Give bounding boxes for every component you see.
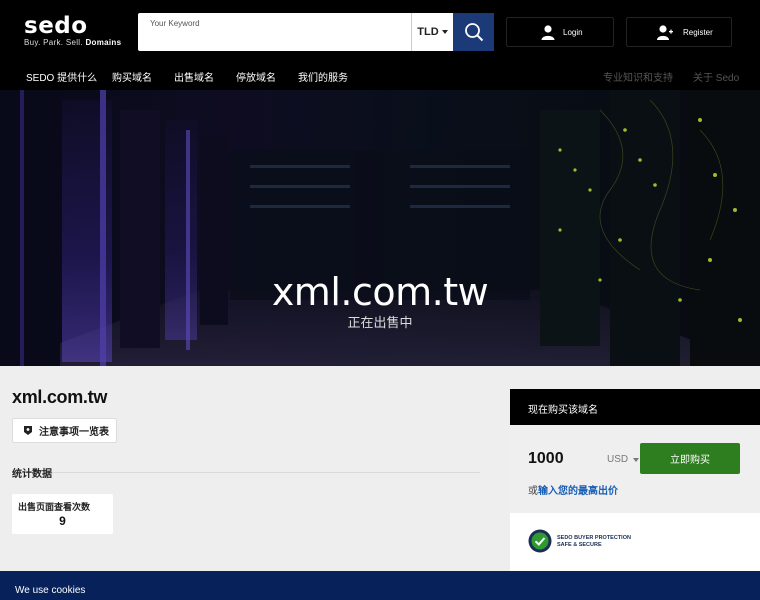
nav-item-buy-domains[interactable]: 购买域名 [112,69,152,84]
notes-checklist-button[interactable]: 注意事项一览表 [12,418,117,443]
offer-prefix: 或 [528,486,538,497]
page-title: xml.com.tw [12,387,108,407]
login-button[interactable]: Login [506,17,614,47]
nav-item-park-domains[interactable]: 停放域名 [236,69,276,84]
offer-line: 或输入您的最高出价 [528,482,618,497]
chevron-down-icon [441,30,448,34]
notes-checklist-label: 注意事项一览表 [39,427,109,438]
search-icon [464,23,483,42]
price-value: 1000 [528,450,564,467]
brand-tagline: Buy. Park. Sell. Domains [24,38,122,47]
hero-domain-title: xml.com.tw [271,270,489,314]
protection-title: SEDO BUYER PROTECTION [557,534,631,541]
buy-panel-heading: 现在购买该域名 [510,389,760,425]
search-button[interactable] [453,13,494,51]
nav-item-our-services[interactable]: 我们的服务 [298,69,348,84]
tld-dropdown[interactable]: TLD [411,13,453,51]
shield-check-icon [528,529,552,553]
make-offer-link[interactable]: 输入您的最高出价 [538,486,618,497]
sedo-logo[interactable]: sedo Buy. Park. Sell. Domains [24,14,121,47]
register-label: Register [683,27,713,37]
buy-panel: 现在购买该域名 1000 USD 立即购买 或输入您的最高出价 SEDO BUY… [510,389,760,600]
stats-heading: 统计数据 [12,469,52,480]
stat-label: 出售页面查看次数 [18,502,91,512]
buyer-protection-badge: SEDO BUYER PROTECTION SAFE & SECURE [528,529,631,553]
search-label: Your Keyword [150,19,200,28]
stat-value: 9 [59,514,66,528]
protection-subtitle: SAFE & SECURE [557,541,602,548]
main-nav: SEDO 提供什么 购买域名 出售域名 停放域名 我们的服务 专业知识和支持 关… [0,69,760,85]
login-label: Login [563,27,583,37]
user-icon [541,25,555,40]
hero-status: 正在出售中 [347,315,413,330]
add-user-icon [657,25,673,40]
stats-divider [52,472,480,473]
buy-panel-body: 1000 USD 立即购买 或输入您的最高出价 [510,425,760,513]
list-icon [24,426,32,435]
cookie-banner: We use cookies [0,571,760,600]
header: sedo Buy. Park. Sell. Domains Your Keywo… [0,0,760,90]
chevron-down-icon [633,457,640,462]
cookie-text: We use cookies [15,585,86,596]
buy-now-button[interactable]: 立即购买 [640,443,740,474]
currency-dropdown[interactable]: USD [607,454,640,465]
nav-item-what-sedo-offers[interactable]: SEDO 提供什么 [26,69,97,84]
tld-label: TLD [417,26,439,38]
currency-label: USD [607,454,629,465]
nav-item-sell-domains[interactable]: 出售域名 [174,69,214,84]
stat-card-page-views: 出售页面查看次数 9 [12,494,113,534]
nav-item-about-sedo[interactable]: 关于 Sedo [693,69,739,84]
hero-banner: xml.com.tw 正在出售中 [0,90,760,366]
search-input[interactable] [148,29,408,47]
nav-item-expertise-support[interactable]: 专业知识和支持 [603,69,673,84]
register-button[interactable]: Register [626,17,732,47]
brand-name: sedo [24,13,88,39]
